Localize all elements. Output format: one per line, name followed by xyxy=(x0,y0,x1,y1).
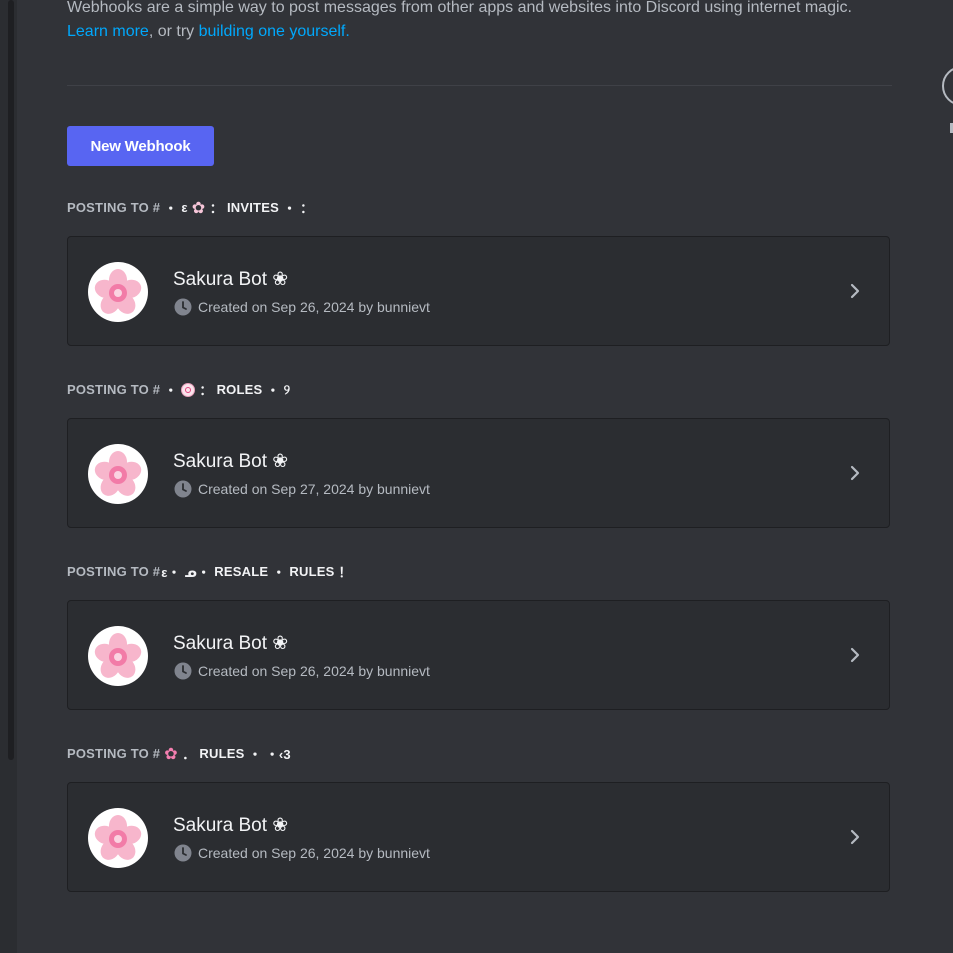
channel-part: ・ xyxy=(164,383,178,398)
sakura-emoji-icon xyxy=(192,198,206,218)
channel-part: RULES xyxy=(199,746,245,761)
channel-part: ： xyxy=(199,383,213,398)
chevron-right-icon[interactable] xyxy=(845,463,865,483)
webhook-created: Created on Sep 26, 2024 by bunnievt xyxy=(198,845,430,861)
channel-part: ： xyxy=(300,201,314,216)
clock-icon xyxy=(174,844,192,862)
posting-to-prefix: POSTING TO # xyxy=(67,564,161,579)
webhook-created: Created on Sep 26, 2024 by bunnievt xyxy=(198,663,430,679)
webhook-avatar xyxy=(88,262,148,322)
webhook-name: Sakura Bot ❀ xyxy=(173,633,289,654)
channel-part: ！ xyxy=(338,565,352,580)
channel-part: ． xyxy=(182,747,196,762)
channel-part: ・ xyxy=(266,383,280,398)
intro-text: Webhooks are a simple way to post messag… xyxy=(67,0,852,16)
channel-name: ε・ ᓄ・ RESALE ・ RULES ！ xyxy=(161,562,352,581)
webhook-card[interactable]: Sakura Bot ❀ Created on Sep 27, 2024 by … xyxy=(67,418,890,528)
build-one-link[interactable]: building one yourself. xyxy=(199,23,350,40)
webhook-meta: Created on Sep 27, 2024 by bunnievt xyxy=(174,480,430,498)
channel-part: ε・ xyxy=(161,565,181,580)
learn-more-link[interactable]: Learn more xyxy=(67,23,149,40)
channel-part: ᓄ・ xyxy=(184,565,211,580)
new-webhook-button[interactable]: New Webhook xyxy=(67,126,214,166)
section-label: POSTING TO # ・ ε ： INVITES ・ ： xyxy=(67,198,314,218)
channel-part: ・ xyxy=(282,201,297,216)
webhook-name: Sakura Bot ❀ xyxy=(173,451,289,472)
channel-part: ・ xyxy=(164,201,178,216)
scrollbar-thumb[interactable] xyxy=(8,0,14,760)
webhook-card[interactable]: Sakura Bot ❀ Created on Sep 26, 2024 by … xyxy=(67,600,890,710)
or-try-text: , or try xyxy=(148,23,199,40)
webhook-created: Created on Sep 26, 2024 by bunnievt xyxy=(198,299,430,315)
webhook-name: Sakura Bot ❀ xyxy=(173,815,289,836)
webhook-meta: Created on Sep 26, 2024 by bunnievt xyxy=(174,662,430,680)
posting-to-prefix: POSTING TO # xyxy=(67,382,161,397)
posting-to-prefix: POSTING TO # xyxy=(67,746,161,761)
webhook-meta: Created on Sep 26, 2024 by bunnievt xyxy=(174,844,430,862)
channel-part: RULES xyxy=(289,564,335,579)
clock-icon xyxy=(174,662,192,680)
clock-icon xyxy=(174,480,192,498)
channel-part: ・ xyxy=(248,747,262,762)
divider xyxy=(67,85,892,86)
chevron-right-icon[interactable] xyxy=(845,645,865,665)
channel-part: RESALE xyxy=(214,564,269,579)
webhook-avatar xyxy=(88,808,148,868)
webhook-name: Sakura Bot ❀ xyxy=(173,269,289,290)
channel-part: ： xyxy=(209,201,223,216)
lollipop-emoji-icon xyxy=(181,382,196,397)
channel-part: ୨ xyxy=(283,381,291,397)
channel-name: ・ ： ROLES ・ ୨ xyxy=(164,380,290,399)
chevron-right-icon[interactable] xyxy=(845,281,865,301)
left-scroll-track xyxy=(0,0,17,953)
section-label: POSTING TO # ε・ ᓄ・ RESALE ・ RULES ！ xyxy=(67,562,352,581)
webhooks-description: Webhooks are a simple way to post messag… xyxy=(67,0,897,44)
webhook-meta: Created on Sep 26, 2024 by bunnievt xyxy=(174,298,430,316)
webhook-avatar xyxy=(88,444,148,504)
pink-flower-emoji-icon xyxy=(164,744,178,764)
channel-name: ・ ε ： INVITES ・ ： xyxy=(164,198,314,218)
channel-name: ． RULES ・ ・‹3 xyxy=(164,744,291,764)
section-label: POSTING TO # ・ ： ROLES ・ ୨ xyxy=(67,380,290,399)
clock-icon xyxy=(174,298,192,316)
webhook-created: Created on Sep 27, 2024 by bunnievt xyxy=(198,481,430,497)
chevron-right-icon[interactable] xyxy=(845,827,865,847)
webhook-avatar xyxy=(88,626,148,686)
webhook-card[interactable]: Sakura Bot ❀ Created on Sep 26, 2024 by … xyxy=(67,236,890,346)
webhook-card[interactable]: Sakura Bot ❀ Created on Sep 26, 2024 by … xyxy=(67,782,890,892)
channel-part: ・‹3 xyxy=(265,747,291,762)
channel-part: ROLES xyxy=(216,382,263,397)
section-label: POSTING TO # ． RULES ・ ・‹3 xyxy=(67,744,291,764)
close-icon[interactable] xyxy=(942,66,953,106)
channel-part: ε xyxy=(181,200,188,215)
posting-to-prefix: POSTING TO # xyxy=(67,200,161,215)
channel-part: INVITES xyxy=(226,200,279,215)
channel-part: ・ xyxy=(272,565,286,580)
